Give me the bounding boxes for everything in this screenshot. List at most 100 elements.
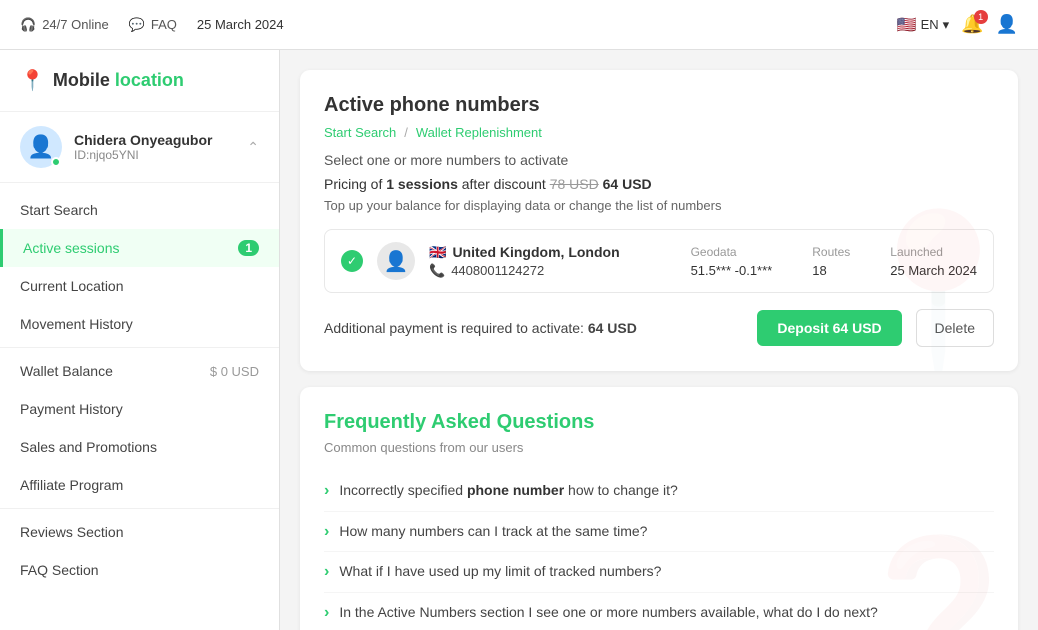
geodata-value: 51.5*** -0.1*** [691, 263, 773, 278]
top-navigation: 🎧 24/7 Online 💬 FAQ 25 March 2024 🇺🇸 EN … [0, 0, 1038, 50]
headset-icon: 🎧 [20, 17, 36, 33]
card-description: Select one or more numbers to activate [324, 152, 994, 168]
country-name: United Kingdom, London [452, 244, 619, 260]
launched-value: 25 March 2024 [890, 263, 977, 278]
country-flag: 🇬🇧 [429, 244, 446, 261]
sidebar-item-wallet-balance[interactable]: Wallet Balance $ 0 USD [0, 352, 279, 390]
price-old: 78 USD [550, 176, 599, 192]
faq-card: ❓ Frequently Asked Questions Common ques… [300, 387, 1018, 630]
faq-title: Frequently Asked Questions [324, 411, 994, 434]
breadcrumb-start-search[interactable]: Start Search [324, 125, 396, 140]
payment-row: Additional payment is required to activa… [324, 309, 994, 347]
card-note: Top up your balance for displaying data … [324, 198, 994, 213]
payment-actions: Deposit 64 USD Delete [757, 309, 994, 347]
main-layout: 📍 Mobile location 👤 Chidera Onyeagubor I… [0, 50, 1038, 630]
sidebar-item-movement-history[interactable]: Movement History [0, 305, 279, 343]
faq-subtitle: Common questions from our users [324, 440, 994, 455]
pricing-prefix: Pricing of [324, 176, 382, 192]
topnav-right: 🇺🇸 EN ▾ 🔔 1 👤 [897, 14, 1018, 35]
active-phone-card: 📍 Active phone numbers Start Search / Wa… [300, 70, 1018, 371]
geodata-header: Geodata [691, 245, 773, 259]
chevron-down-icon: ▾ [943, 17, 950, 33]
user-menu-chevron[interactable]: ⌃ [247, 139, 259, 156]
faq-item-1[interactable]: › Incorrectly specified phone number how… [324, 471, 994, 512]
faq-icon: 💬 [129, 17, 145, 33]
sidebar-item-faq-section[interactable]: FAQ Section [0, 551, 279, 589]
logo: 📍 Mobile location [0, 50, 279, 112]
online-indicator [51, 157, 61, 167]
pricing-info: Pricing of 1 sessions after discount 78 … [324, 176, 994, 192]
check-icon: ✓ [341, 250, 363, 272]
nav-divider-1 [0, 347, 279, 348]
faq-item-3[interactable]: › What if I have used up my limit of tra… [324, 552, 994, 593]
delete-button[interactable]: Delete [916, 309, 994, 347]
active-phone-title: Active phone numbers [324, 94, 994, 117]
wallet-balance-label: Wallet Balance [20, 363, 113, 379]
sidebar-item-affiliate-program[interactable]: Affiliate Program [0, 466, 279, 504]
faq-item-2[interactable]: › How many numbers can I track at the sa… [324, 512, 994, 553]
user-id: ID:njqo5YNI [74, 148, 235, 162]
payment-history-label: Payment History [20, 401, 123, 417]
faq-text-3: What if I have used up my limit of track… [339, 562, 661, 582]
faq-chevron-4: › [324, 604, 329, 622]
main-content: 📍 Active phone numbers Start Search / Wa… [280, 50, 1038, 630]
sidebar-item-reviews-section[interactable]: Reviews Section [0, 513, 279, 551]
logo-pin-icon: 📍 [20, 68, 45, 93]
payment-amount: 64 USD [588, 320, 637, 336]
language-label: EN [921, 17, 939, 32]
sidebar-item-sales-promotions[interactable]: Sales and Promotions [0, 428, 279, 466]
nav-divider-2 [0, 508, 279, 509]
phone-avatar: 👤 [377, 242, 415, 280]
phone-details: 🇬🇧 United Kingdom, London 📞 440800112427… [429, 244, 677, 279]
notification-bell[interactable]: 🔔 1 [961, 14, 983, 35]
sessions-count: 1 sessions [386, 176, 458, 192]
routes-value: 18 [812, 263, 850, 278]
nav-section: Start Search Active sessions 1 Current L… [0, 183, 279, 597]
launched-header: Launched [890, 245, 977, 259]
sidebar-item-start-search[interactable]: Start Search [0, 191, 279, 229]
active-sessions-label: Active sessions [23, 240, 119, 256]
movement-history-label: Movement History [20, 316, 133, 332]
faq-chevron-1: › [324, 482, 329, 500]
payment-required-text: Additional payment is required to activa… [324, 320, 637, 336]
faq-section-label: FAQ Section [20, 562, 99, 578]
phone-stats: Geodata 51.5*** -0.1*** Routes 18 Launch… [691, 245, 977, 278]
start-search-label: Start Search [20, 202, 98, 218]
faq-chevron-3: › [324, 563, 329, 581]
deposit-button[interactable]: Deposit 64 USD [757, 310, 901, 346]
active-sessions-badge: 1 [238, 240, 259, 256]
logo-mobile: Mobile [53, 70, 110, 90]
faq-item-4[interactable]: › In the Active Numbers section I see on… [324, 593, 994, 630]
topnav-left: 🎧 24/7 Online 💬 FAQ 25 March 2024 [20, 17, 284, 33]
current-location-label: Current Location [20, 278, 124, 294]
language-selector[interactable]: 🇺🇸 EN ▾ [897, 15, 950, 35]
sidebar-item-current-location[interactable]: Current Location [0, 267, 279, 305]
pricing-middle: after discount [462, 176, 546, 192]
stat-geodata: Geodata 51.5*** -0.1*** [691, 245, 773, 278]
payment-text-prefix: Additional payment is required to activa… [324, 320, 584, 336]
user-profile-icon[interactable]: 👤 [996, 14, 1018, 35]
breadcrumb-wallet[interactable]: Wallet Replenishment [416, 125, 542, 140]
sales-promotions-label: Sales and Promotions [20, 439, 157, 455]
stat-routes: Routes 18 [812, 245, 850, 278]
user-name: Chidera Onyeagubor [74, 132, 235, 148]
faq-link[interactable]: 💬 FAQ [129, 17, 177, 33]
sidebar: 📍 Mobile location 👤 Chidera Onyeagubor I… [0, 50, 280, 630]
routes-header: Routes [812, 245, 850, 259]
breadcrumb-separator: / [404, 125, 408, 140]
avatar-icon: 👤 [27, 134, 54, 160]
flag-icon: 🇺🇸 [897, 15, 917, 35]
wallet-amount: $ 0 USD [210, 364, 259, 379]
phone-number-text: 4408001124272 [451, 263, 544, 278]
sidebar-item-payment-history[interactable]: Payment History [0, 390, 279, 428]
stat-launched: Launched 25 March 2024 [890, 245, 977, 278]
user-card: 👤 Chidera Onyeagubor ID:njqo5YNI ⌃ [0, 112, 279, 183]
phone-number: 📞 4408001124272 [429, 263, 677, 279]
avatar: 👤 [20, 126, 62, 168]
support-label: 24/7 Online [42, 17, 109, 32]
sidebar-item-active-sessions[interactable]: Active sessions 1 [0, 229, 279, 267]
logo-location: location [115, 70, 184, 90]
phone-icon: 📞 [429, 263, 445, 279]
user-info: Chidera Onyeagubor ID:njqo5YNI [74, 132, 235, 162]
notification-badge: 1 [974, 10, 988, 24]
